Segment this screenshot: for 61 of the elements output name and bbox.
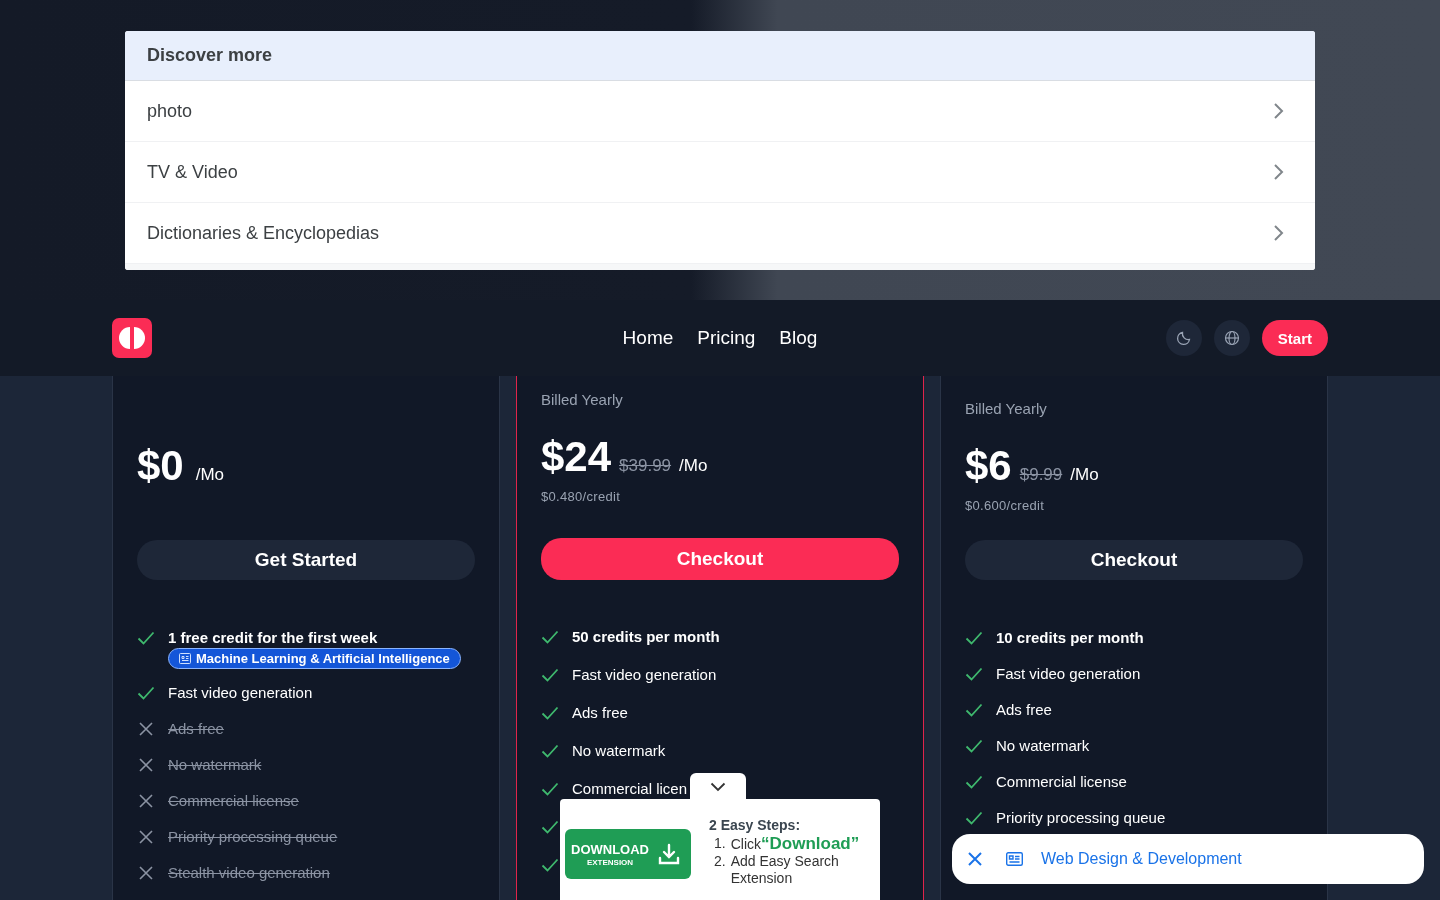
discover-title: Discover more — [125, 31, 1315, 81]
billing-period: Billed Yearly — [965, 400, 1048, 419]
feature-text: Commercial license — [168, 793, 299, 809]
plan-price: $0 — [137, 442, 184, 490]
feature-text: Fast video generation — [572, 667, 717, 683]
chevron-right-icon — [1273, 224, 1285, 242]
start-button[interactable]: Start — [1261, 320, 1328, 356]
feature-text: Stealth video generation — [168, 865, 330, 881]
collapse-tab[interactable] — [690, 773, 746, 800]
feature-text: Ads free — [996, 702, 1052, 718]
close-icon[interactable] — [968, 852, 982, 866]
credit-price: $0.480/credit — [541, 489, 622, 505]
feature-text: Commercial license — [996, 774, 1127, 790]
price-period: /Mo — [1070, 465, 1099, 485]
old-price: $39.99 — [619, 456, 672, 476]
price-period: /Mo — [195, 465, 225, 485]
feature-text: Priority processing queue — [168, 829, 338, 845]
step-text: Add Easy Search Extension — [730, 853, 840, 887]
step-number: 2. — [714, 853, 726, 871]
logo-icon[interactable] — [112, 318, 152, 358]
feature-text: 10 credits per month — [996, 630, 1144, 646]
feature-text: 50 credits per month — [572, 629, 720, 645]
feature-text: 1 free credit for the first week — [168, 630, 378, 646]
feature-text: Fast video generation — [168, 685, 313, 701]
toast-link[interactable]: Web Design & Development — [1041, 850, 1242, 868]
language-button[interactable] — [1213, 320, 1250, 356]
feature-text: Ads free — [572, 705, 628, 721]
plan-price: $6 — [965, 442, 1012, 490]
discover-item[interactable]: photo — [125, 81, 1315, 142]
globe-icon — [1223, 330, 1240, 346]
old-price: $9.99 — [1019, 465, 1063, 485]
plan-price: $24 — [541, 433, 612, 481]
plan-button[interactable]: Checkout — [965, 540, 1303, 580]
price-period: /Mo — [679, 456, 708, 476]
feature-text: No watermark — [572, 743, 666, 759]
article-icon — [1006, 852, 1023, 866]
nav-link[interactable]: Blog — [779, 327, 818, 349]
article-icon — [179, 653, 191, 664]
feature-text: Priority processing queue — [996, 810, 1166, 826]
steps-title: 2 Easy Steps: — [709, 817, 802, 833]
feature-text: Fast video generation — [996, 666, 1141, 682]
feature-text: No watermark — [996, 738, 1090, 754]
chevron-down-icon — [710, 781, 726, 792]
feature-text: Commercial licen — [572, 781, 688, 797]
plan-button[interactable]: Get Started — [137, 540, 475, 580]
category-tag[interactable]: Machine Learning & Artificial Intelligence — [168, 648, 461, 669]
step-number: 1. — [714, 835, 726, 853]
chevron-right-icon — [1273, 163, 1285, 181]
credit-price: $0.600/credit — [965, 498, 1046, 514]
nav-link[interactable]: Home — [622, 327, 674, 349]
plan-button[interactable]: Checkout — [541, 538, 899, 580]
theme-toggle-button[interactable] — [1165, 320, 1202, 356]
billing-period: Billed Yearly — [541, 391, 624, 410]
nav-link[interactable]: Pricing — [697, 327, 756, 349]
step-text: Click“Download” — [730, 835, 861, 853]
moon-icon — [1175, 330, 1192, 346]
feature-text: Ads free — [168, 721, 224, 737]
download-icon — [657, 842, 681, 866]
discover-item[interactable]: TV & Video — [125, 142, 1315, 203]
chevron-right-icon — [1273, 102, 1285, 120]
feature-text: No watermark — [168, 757, 262, 773]
